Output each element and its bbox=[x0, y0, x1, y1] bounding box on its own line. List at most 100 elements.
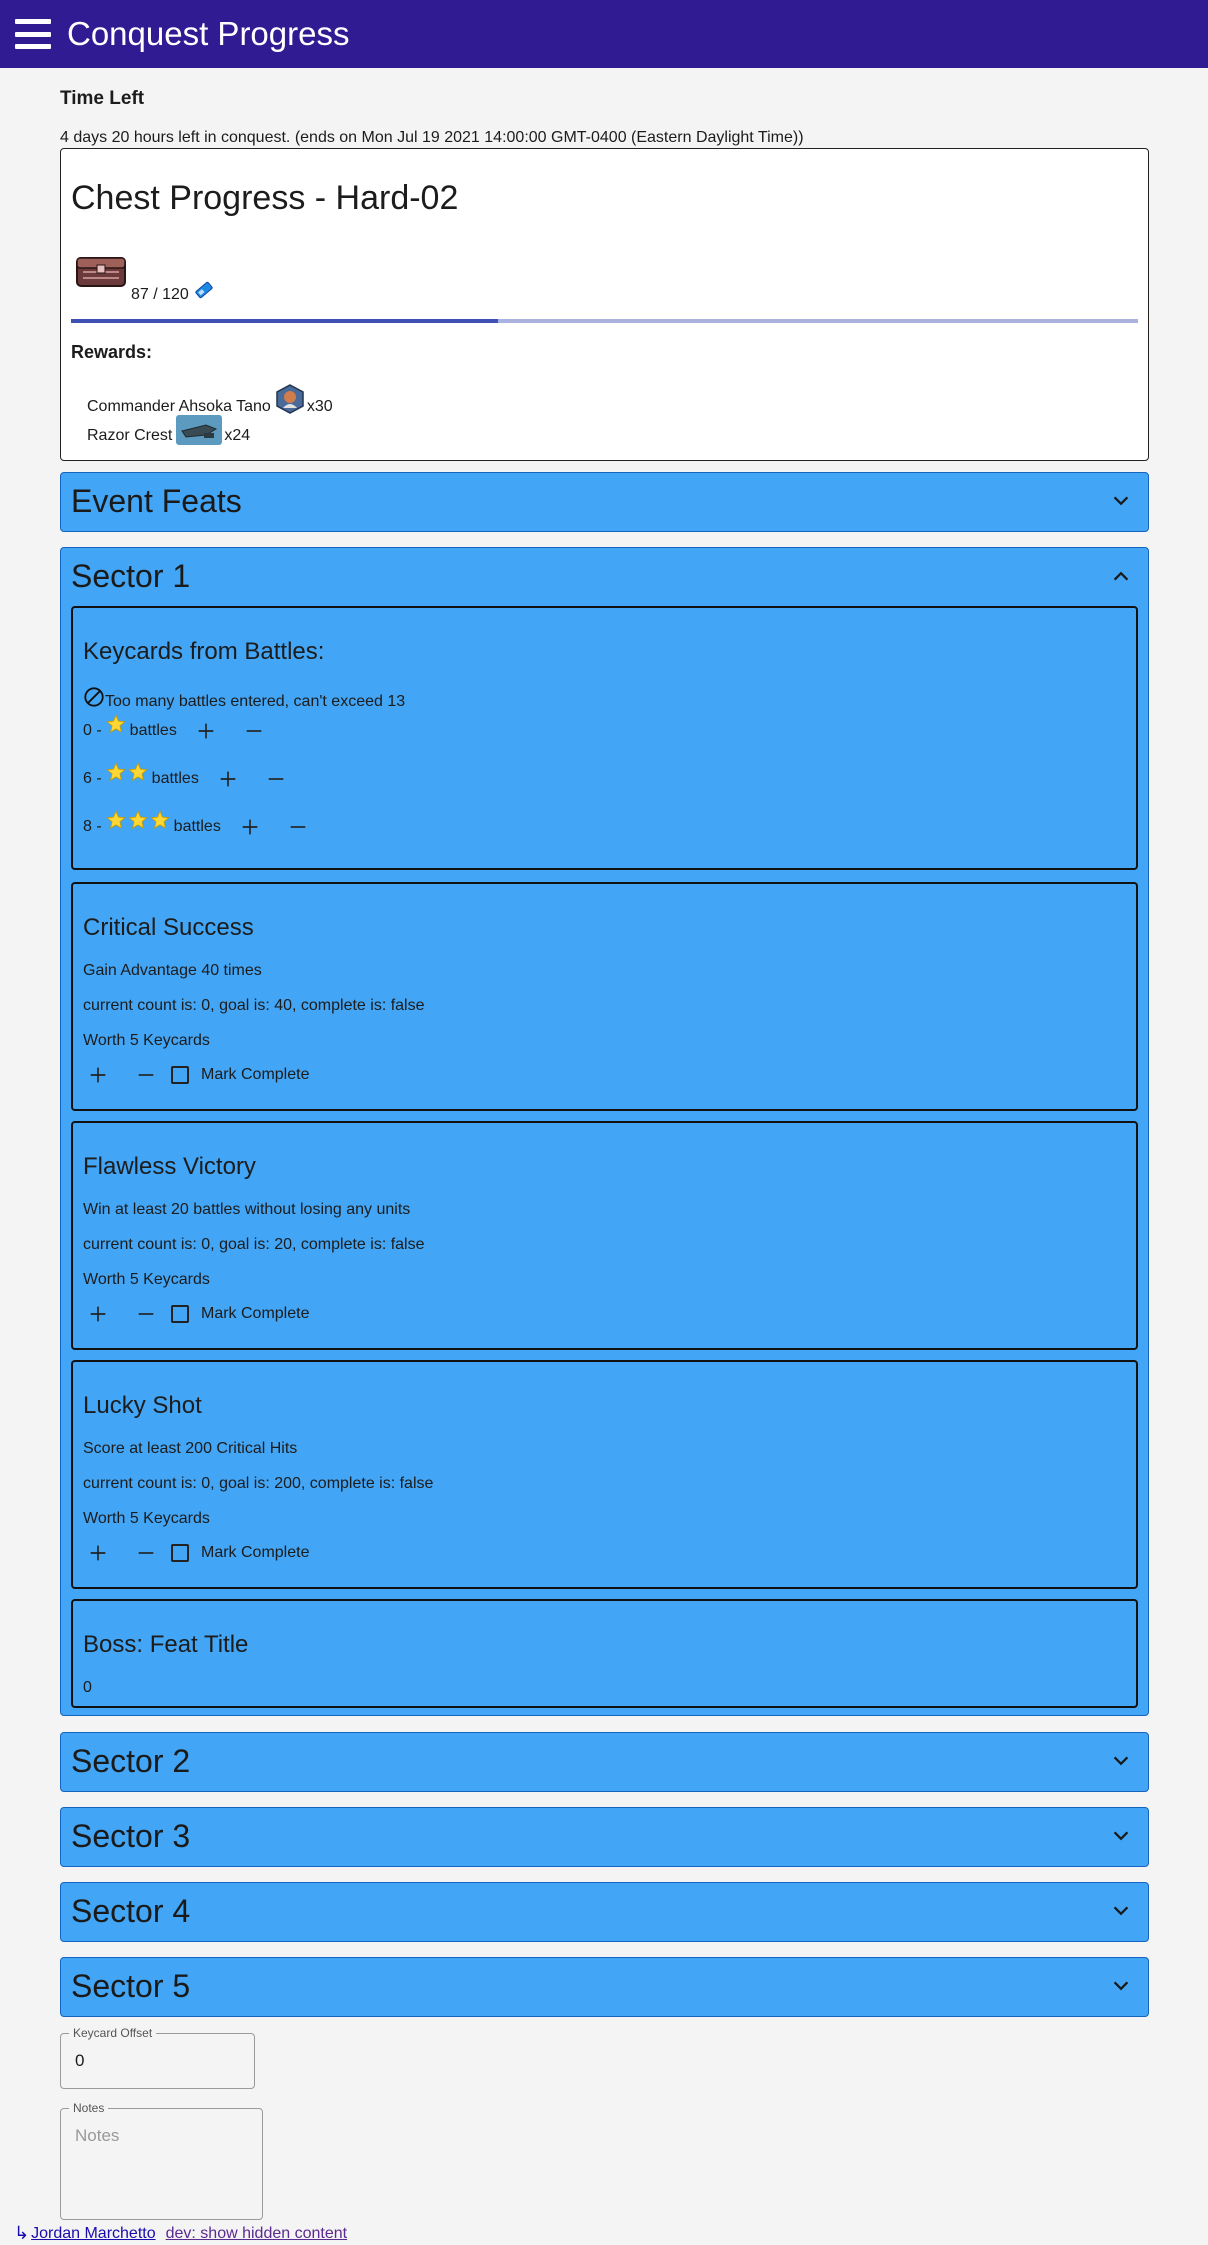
sector-3-header[interactable]: Sector 3 bbox=[61, 1808, 1148, 1866]
star-icon bbox=[128, 810, 148, 830]
sector-2-header[interactable]: Sector 2 bbox=[61, 1733, 1148, 1791]
boss-feat-value: 0 bbox=[83, 1679, 92, 1696]
notes-label: Notes bbox=[69, 2101, 109, 2115]
sector-1-header[interactable]: Sector 1 bbox=[61, 548, 1148, 606]
chevron-down-icon[interactable] bbox=[1110, 1825, 1132, 1847]
star-icon bbox=[106, 714, 126, 734]
star-icon bbox=[128, 762, 148, 782]
panel-title: Sector 2 bbox=[71, 1743, 191, 1779]
feat-controls: Mark Complete bbox=[87, 1064, 309, 1086]
feat-worth: Worth 5 Keycards bbox=[83, 1271, 210, 1288]
chevron-up-icon[interactable] bbox=[1110, 565, 1132, 587]
battle-label: battles bbox=[151, 770, 199, 787]
hamburger-icon[interactable] bbox=[15, 19, 51, 49]
notes-placeholder[interactable]: Notes bbox=[75, 2126, 119, 2146]
star-icon bbox=[150, 810, 170, 830]
increment-button[interactable] bbox=[87, 1064, 109, 1086]
battle-count: 0 - bbox=[83, 722, 102, 739]
rewards-label: Rewards: bbox=[71, 342, 153, 362]
mark-complete-label: Mark Complete bbox=[201, 1305, 310, 1322]
app-bar: Conquest Progress bbox=[0, 0, 1208, 68]
increment-button[interactable] bbox=[87, 1303, 109, 1325]
increment-button[interactable] bbox=[195, 720, 217, 742]
battle-label: battles bbox=[129, 722, 177, 739]
chest-progress-bar bbox=[71, 319, 1138, 323]
sector-5-panel: Sector 5 bbox=[60, 1957, 1149, 2017]
feat-title: Critical Success bbox=[83, 914, 254, 941]
mark-complete-checkbox[interactable] bbox=[171, 1544, 189, 1562]
app-title: Conquest Progress bbox=[67, 15, 350, 52]
keycard-offset-label: Keycard Offset bbox=[69, 2026, 157, 2040]
footer: ↳ Jordan Marchetto dev: show hidden cont… bbox=[14, 2223, 347, 2244]
star-icon bbox=[106, 762, 126, 782]
event-feats-panel: Event Feats bbox=[60, 472, 1149, 532]
feat-status: current count is: 0, goal is: 40, comple… bbox=[83, 997, 425, 1014]
panel-title: Event Feats bbox=[71, 483, 242, 519]
chest-progress-fill bbox=[71, 319, 498, 323]
keycard-offset-field[interactable]: Keycard Offset 0 bbox=[60, 2026, 255, 2089]
feat-description: Gain Advantage 40 times bbox=[83, 962, 262, 979]
sector-2-panel: Sector 2 bbox=[60, 1732, 1149, 1792]
time-left-text: 4 days 20 hours left in conquest. (ends … bbox=[60, 129, 804, 146]
decrement-button[interactable] bbox=[265, 768, 287, 790]
star-icon bbox=[106, 810, 126, 830]
feat-card-critical-success: Critical Success Gain Advantage 40 times… bbox=[71, 882, 1138, 1111]
sector-4-header[interactable]: Sector 4 bbox=[61, 1883, 1148, 1941]
reward-name: Razor Crest bbox=[87, 427, 173, 444]
event-feats-header[interactable]: Event Feats bbox=[61, 473, 1148, 531]
reward-name: Commander Ahsoka Tano bbox=[87, 398, 271, 415]
sector-4-panel: Sector 4 bbox=[60, 1882, 1149, 1942]
feat-title: Lucky Shot bbox=[83, 1392, 202, 1419]
mark-complete-checkbox[interactable] bbox=[171, 1305, 189, 1323]
increment-button[interactable] bbox=[87, 1542, 109, 1564]
decrement-button[interactable] bbox=[135, 1542, 157, 1564]
feat-status: current count is: 0, goal is: 200, compl… bbox=[83, 1475, 434, 1492]
decrement-button[interactable] bbox=[243, 720, 265, 742]
chevron-down-icon[interactable] bbox=[1110, 1750, 1132, 1772]
feat-status: current count is: 0, goal is: 20, comple… bbox=[83, 1236, 425, 1253]
user-link[interactable]: Jordan Marchetto bbox=[31, 2225, 156, 2243]
chest-title: Chest Progress - Hard-02 bbox=[71, 179, 459, 217]
chevron-down-icon[interactable] bbox=[1110, 490, 1132, 512]
sector-5-header[interactable]: Sector 5 bbox=[61, 1958, 1148, 2016]
notes-field[interactable]: Notes Notes bbox=[60, 2101, 263, 2220]
feat-card-lucky-shot: Lucky Shot Score at least 200 Critical H… bbox=[71, 1360, 1138, 1589]
reward-item: Commander Ahsoka Tano x30 bbox=[87, 384, 333, 416]
feat-controls: Mark Complete bbox=[87, 1542, 309, 1564]
chest-progress-card: Chest Progress - Hard-02 87 / 120 Reward… bbox=[60, 148, 1149, 461]
feat-controls: Mark Complete bbox=[87, 1303, 309, 1325]
chest-count: 87 / 120 bbox=[131, 286, 189, 303]
dev-hidden-content-link[interactable]: dev: show hidden content bbox=[166, 2225, 347, 2243]
reward-qty: x30 bbox=[306, 398, 333, 415]
reward-qty: x24 bbox=[224, 427, 251, 444]
decrement-button[interactable] bbox=[287, 816, 309, 838]
decrement-button[interactable] bbox=[135, 1064, 157, 1086]
ahsoka-portrait-icon bbox=[276, 384, 304, 414]
battle-error: Too many battles entered, can't exceed 1… bbox=[83, 686, 405, 712]
battle-row-2-star: 6 - battles bbox=[83, 768, 287, 790]
mark-complete-label: Mark Complete bbox=[201, 1066, 310, 1083]
battle-count: 8 - bbox=[83, 818, 102, 835]
sector-3-panel: Sector 3 bbox=[60, 1807, 1149, 1867]
battle-label: battles bbox=[173, 818, 221, 835]
sector-1-panel: Sector 1 Keycards from Battles: Too many… bbox=[60, 547, 1149, 1716]
increment-button[interactable] bbox=[217, 768, 239, 790]
feat-description: Win at least 20 battles without losing a… bbox=[83, 1201, 411, 1218]
battle-count: 6 - bbox=[83, 770, 102, 787]
feat-worth: Worth 5 Keycards bbox=[83, 1032, 210, 1049]
reward-item: Razor Crest x24 bbox=[87, 415, 250, 445]
decrement-button[interactable] bbox=[135, 1303, 157, 1325]
feat-worth: Worth 5 Keycards bbox=[83, 1510, 210, 1527]
keycard-offset-value[interactable]: 0 bbox=[75, 2051, 84, 2071]
battle-error-text: Too many battles entered, can't exceed 1… bbox=[105, 693, 406, 710]
chevron-down-icon[interactable] bbox=[1110, 1900, 1132, 1922]
chevron-down-icon[interactable] bbox=[1110, 1975, 1132, 1997]
panel-title: Sector 4 bbox=[71, 1893, 191, 1929]
panel-title: Sector 5 bbox=[71, 1968, 191, 2004]
increment-button[interactable] bbox=[239, 816, 261, 838]
boss-feat-card: Boss: Feat Title 0 bbox=[71, 1599, 1138, 1708]
return-arrow-icon: ↳ bbox=[14, 2223, 30, 2243]
keycard-icon bbox=[195, 281, 213, 299]
time-left-label: Time Left bbox=[60, 88, 145, 109]
mark-complete-checkbox[interactable] bbox=[171, 1066, 189, 1084]
